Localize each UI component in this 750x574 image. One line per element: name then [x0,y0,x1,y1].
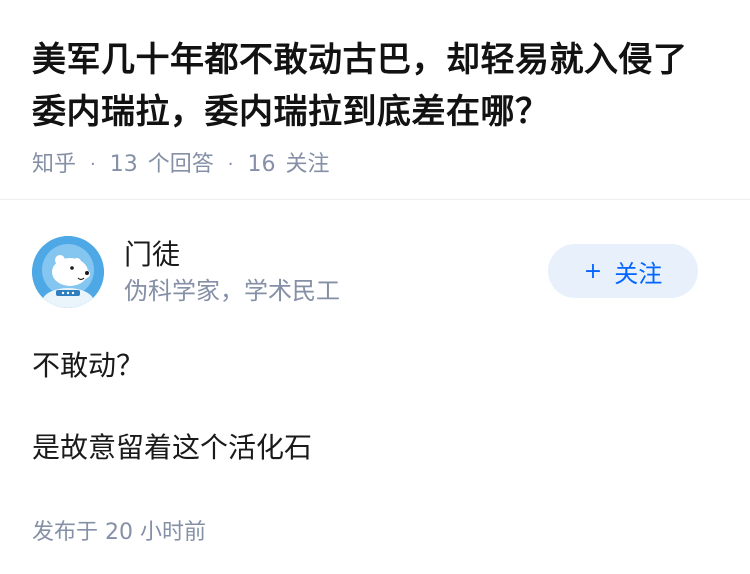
source-label[interactable]: 知乎 [32,150,76,180]
question-title[interactable]: 美军几十年都不敢动古巴，却轻易就入侵了委内瑞拉，委内瑞拉到底差在哪？ [32,34,718,138]
publish-time: 发布于 20 小时前 [32,520,206,545]
meta-separator-dot: · [227,154,234,175]
author-row: 门徒 伪科学家，学术民工 + 关注 [32,234,718,310]
author-bio: 伪科学家，学术民工 [124,277,340,305]
author-name[interactable]: 门徒 [124,237,340,273]
answer-count-label[interactable]: 个回答 [148,150,214,180]
answer-page: 美军几十年都不敢动古巴，却轻易就入侵了委内瑞拉，委内瑞拉到底差在哪？ 知乎 · … [0,0,750,574]
answer-paragraph: 不敢动？ [32,349,145,382]
answer-paragraph: 是故意留着这个活化石 [32,431,313,464]
follower-count: 16 [247,152,276,177]
answer-card: 门徒 伪科学家，学术民工 + 关注 不敢动？ 是故意留着这个活化石 发布于 20… [0,200,750,548]
follow-button[interactable]: + 关注 [548,244,698,298]
meta-separator-dot: · [90,154,96,175]
author-info: 门徒 伪科学家，学术民工 [124,237,340,307]
answer-content: 不敢动？ 是故意留着这个活化石 [32,346,718,468]
follower-count-label: 关注 [285,152,330,177]
question-header: 美军几十年都不敢动古巴，却轻易就入侵了委内瑞拉，委内瑞拉到底差在哪？ 知乎 · … [0,0,750,200]
plus-icon: + [583,258,603,284]
question-meta: 知乎 · 13 个回答 · 16 关注 [32,150,718,180]
answer-count: 13 [109,152,138,177]
polar-bear-astronaut-avatar-icon[interactable] [32,236,104,308]
follow-button-label: 关注 [614,259,663,288]
